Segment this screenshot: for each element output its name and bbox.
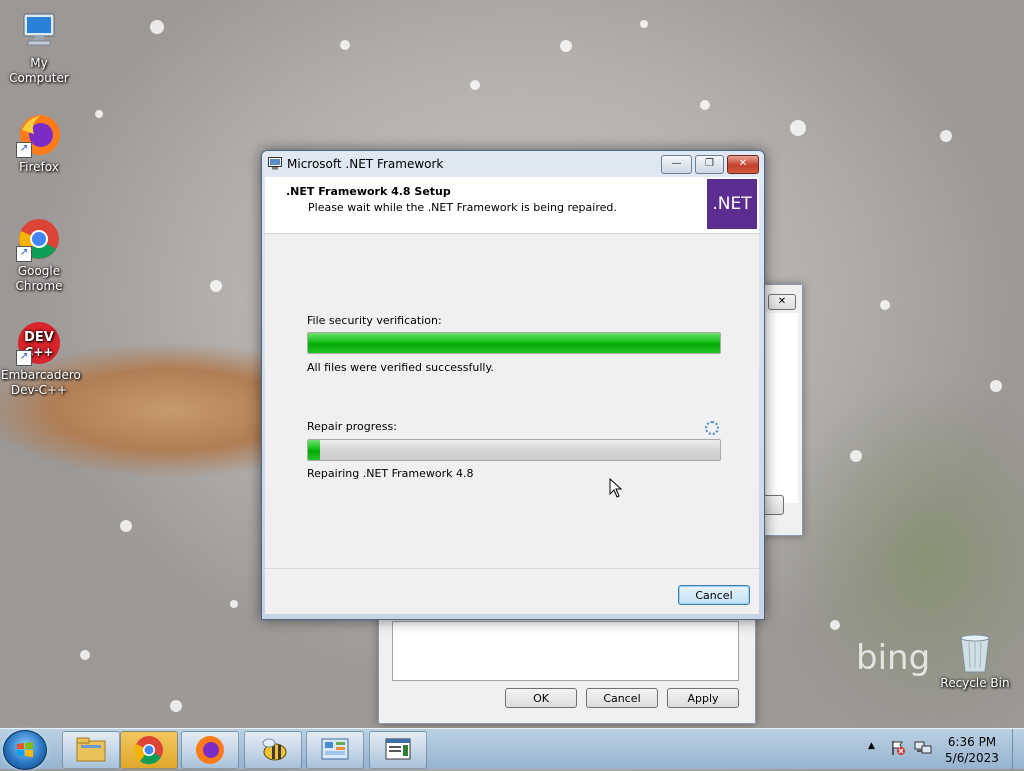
text-area[interactable] xyxy=(392,621,739,681)
setup-window-icon xyxy=(268,157,282,170)
firefox-icon: ↗ xyxy=(16,112,62,158)
windows-logo-icon xyxy=(17,742,33,757)
title-bar[interactable]: Microsoft .NET Framework — ❐ ✕ xyxy=(262,151,764,177)
cancel-button[interactable]: Cancel xyxy=(586,688,658,708)
verification-progress-bar xyxy=(307,332,721,354)
taskbar-dotnet-setup[interactable] xyxy=(369,731,427,769)
network-icon[interactable] xyxy=(914,740,932,756)
loading-spinner-icon xyxy=(705,421,719,435)
taskbar-firefox[interactable] xyxy=(181,731,239,769)
computer-icon xyxy=(16,8,62,54)
repair-status: Repairing .NET Framework 4.8 xyxy=(307,467,474,480)
desktop-icon-label: Embarcadero Dev-C++ xyxy=(1,368,81,397)
ok-button[interactable]: OK xyxy=(505,688,577,708)
firefox-icon xyxy=(196,736,224,764)
shortcut-arrow-icon: ↗ xyxy=(16,246,32,262)
recycle-bin-icon xyxy=(955,632,995,674)
dotnet-setup-dialog: Microsoft .NET Framework — ❐ ✕ .NET Fram… xyxy=(261,150,765,620)
minimize-button[interactable]: — xyxy=(661,155,692,174)
chevron-up-icon: ▲ xyxy=(868,741,875,751)
mouse-cursor-icon xyxy=(609,478,623,498)
desktop-icon-recycle-bin[interactable]: Recycle Bin xyxy=(936,632,1014,691)
close-icon: ✕ xyxy=(777,296,787,307)
apply-button[interactable]: Apply xyxy=(667,688,739,708)
dialog-client-area: .NET Framework 4.8 Setup Please wait whi… xyxy=(265,177,759,614)
repair-progress-fill xyxy=(308,440,321,460)
maximize-button[interactable]: ❐ xyxy=(695,155,724,174)
shortcut-arrow-icon: ↗ xyxy=(16,350,32,366)
repair-progress-bar xyxy=(307,439,721,461)
verification-progress-fill xyxy=(308,333,720,353)
setup-window-icon xyxy=(385,738,411,760)
verification-status: All files were verified successfully. xyxy=(307,361,494,374)
desktop-icon-label: My Computer xyxy=(9,56,69,85)
svg-text:DEV: DEV xyxy=(24,330,54,345)
taskbar: ▲ 6:36 PM 5/6/2023 xyxy=(0,728,1024,770)
verification-label: File security verification: xyxy=(307,314,442,327)
shortcut-arrow-icon: ↗ xyxy=(16,142,32,158)
desktop-icon-label: Firefox xyxy=(19,160,59,174)
close-button[interactable]: ✕ xyxy=(727,155,759,174)
desktop-icon-label: Google Chrome xyxy=(15,264,63,293)
setup-heading: .NET Framework 4.8 Setup xyxy=(286,185,451,198)
control-panel-icon xyxy=(321,738,349,760)
chrome-icon xyxy=(134,736,163,765)
setup-subheading: Please wait while the .NET Framework is … xyxy=(308,201,617,214)
taskbar-control-panel[interactable] xyxy=(306,731,364,769)
close-button[interactable]: ✕ xyxy=(768,294,796,310)
folder-icon xyxy=(76,737,106,762)
cancel-button[interactable]: Cancel xyxy=(678,585,750,605)
desktop-icon-my-computer[interactable]: My Computer xyxy=(0,8,78,86)
show-desktop-button[interactable] xyxy=(1012,729,1024,769)
action-center-icon[interactable] xyxy=(890,740,906,756)
bee-icon xyxy=(262,738,287,761)
restore-icon: ❐ xyxy=(705,158,714,169)
dotnet-logo: .NET xyxy=(707,179,757,229)
taskbar-google-chrome[interactable] xyxy=(120,731,178,769)
dev-cpp-icon: DEV C++ ↗ xyxy=(16,320,62,366)
clock[interactable]: 6:36 PM 5/6/2023 xyxy=(940,734,1004,766)
chrome-icon: ↗ xyxy=(16,216,62,262)
minimize-icon: — xyxy=(671,158,682,169)
setup-header: .NET Framework 4.8 Setup Please wait whi… xyxy=(265,177,759,234)
desktop-icon-firefox[interactable]: ↗ Firefox xyxy=(0,112,78,175)
footer-divider xyxy=(265,568,759,569)
bing-watermark: bing xyxy=(856,638,931,678)
desktop-icon-dev-cpp[interactable]: DEV C++ ↗ Embarcadero Dev-C++ xyxy=(0,320,81,398)
taskbar-file-explorer[interactable] xyxy=(62,731,120,769)
taskbar-bee-app[interactable] xyxy=(244,731,302,769)
repair-label: Repair progress: xyxy=(307,420,397,433)
clock-date: 5/6/2023 xyxy=(945,751,999,765)
start-button[interactable] xyxy=(3,730,47,770)
tray-overflow-button[interactable]: ▲ xyxy=(868,741,875,751)
background-window-bottom: OK Cancel Apply xyxy=(378,612,756,724)
desktop-icon-label: Recycle Bin xyxy=(940,676,1010,690)
close-icon: ✕ xyxy=(738,158,748,169)
desktop-icon-google-chrome[interactable]: ↗ Google Chrome xyxy=(0,216,78,294)
clock-time: 6:36 PM xyxy=(947,735,997,749)
window-title: Microsoft .NET Framework xyxy=(287,157,444,171)
